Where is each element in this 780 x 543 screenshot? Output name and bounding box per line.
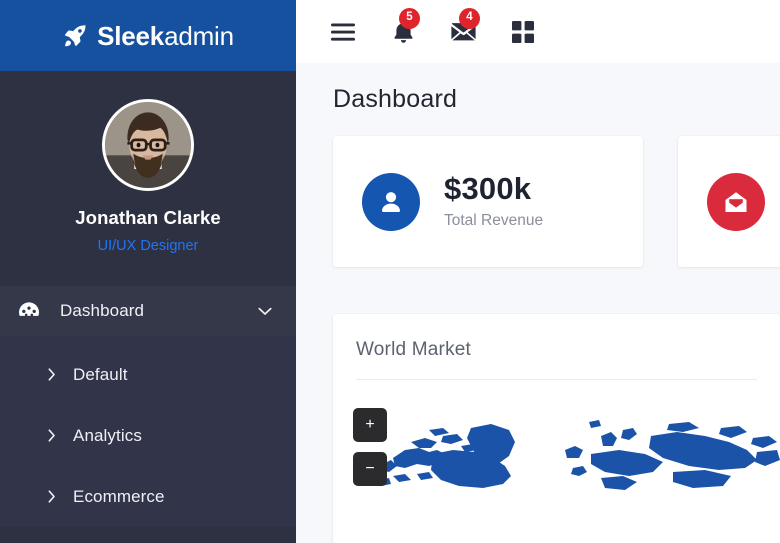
stat-cards-row: $300k Total Revenue (333, 136, 780, 267)
sidebar: Sleekadmin Jonathan Clarke UI/UX Designe… (0, 0, 296, 543)
sidebar-toggle-button[interactable] (328, 17, 358, 47)
avatar-photo (105, 102, 191, 188)
chevron-down-icon[interactable] (258, 307, 272, 316)
messages-button[interactable]: 4 (448, 7, 480, 47)
admin-dashboard-page: Sleekadmin Jonathan Clarke UI/UX Designe… (0, 0, 780, 543)
world-market-card: World Market + − (333, 314, 780, 543)
notifications-button[interactable]: 5 (388, 7, 420, 47)
topbar: 5 4 (296, 0, 780, 63)
sidebar-item-dashboard-label: Dashboard (60, 301, 145, 320)
sidebar-item-ecommerce[interactable]: Ecommerce (0, 466, 296, 527)
sidebar-item-default-label: Default (73, 364, 128, 384)
map-zoom-out-button[interactable]: − (353, 452, 387, 486)
page-title: Dashboard (333, 85, 458, 113)
page-content: Dashboard $300k Total Revenue World Mark… (296, 63, 780, 543)
world-map-area[interactable]: + − (333, 380, 780, 543)
sidebar-submenu-dashboard: Default Analytics Ecommerce (0, 336, 296, 527)
hamburger-menu-icon (331, 23, 355, 41)
sidebar-item-analytics-label: Analytics (73, 425, 142, 445)
open-envelope-icon (725, 191, 747, 212)
stat-icon-circle-messages (707, 172, 765, 231)
avatar[interactable] (102, 99, 194, 191)
chevron-right-icon (48, 368, 55, 381)
stat-icon-circle-revenue (362, 172, 420, 231)
brand-name-strong: Sleek (97, 20, 165, 51)
rocket-icon (65, 23, 86, 46)
stat-label-revenue: Total Revenue (444, 211, 544, 229)
user-profile: Jonathan Clarke UI/UX Designer (0, 71, 296, 254)
world-map (379, 420, 780, 490)
chevron-right-icon (48, 490, 55, 503)
sidebar-item-analytics[interactable]: Analytics (0, 405, 296, 466)
dashboard-gauge-icon (19, 302, 39, 317)
apps-button[interactable] (508, 17, 538, 47)
map-zoom-in-button[interactable]: + (353, 408, 387, 442)
brand-name-light: admin (164, 20, 234, 51)
chevron-right-icon (48, 429, 55, 442)
stat-value-revenue: $300k (444, 171, 532, 207)
map-zoom-controls: + − (353, 408, 387, 486)
brand-logo[interactable]: Sleekadmin (0, 0, 296, 71)
messages-badge: 4 (459, 7, 480, 29)
stat-card-total-revenue[interactable]: $300k Total Revenue (333, 136, 643, 267)
profile-role: UI/UX Designer (97, 238, 199, 254)
stat-card-messages[interactable] (678, 136, 780, 267)
sidebar-nav: Dashboard Default Analytics Ecommerce (0, 286, 296, 527)
brand-name: Sleekadmin (97, 23, 234, 49)
grid-apps-icon (512, 20, 534, 43)
main-area: 5 4 Dashboard $300k Total Revenue World … (296, 0, 780, 543)
sidebar-item-default[interactable]: Default (0, 344, 296, 405)
stat-text-revenue: $300k Total Revenue (444, 173, 543, 230)
profile-name: Jonathan Clarke (75, 207, 221, 228)
user-icon (382, 191, 400, 212)
world-market-title: World Market (356, 339, 472, 360)
sidebar-item-ecommerce-label: Ecommerce (73, 486, 165, 506)
sidebar-item-dashboard[interactable]: Dashboard (0, 286, 296, 336)
notifications-badge: 5 (399, 7, 420, 29)
